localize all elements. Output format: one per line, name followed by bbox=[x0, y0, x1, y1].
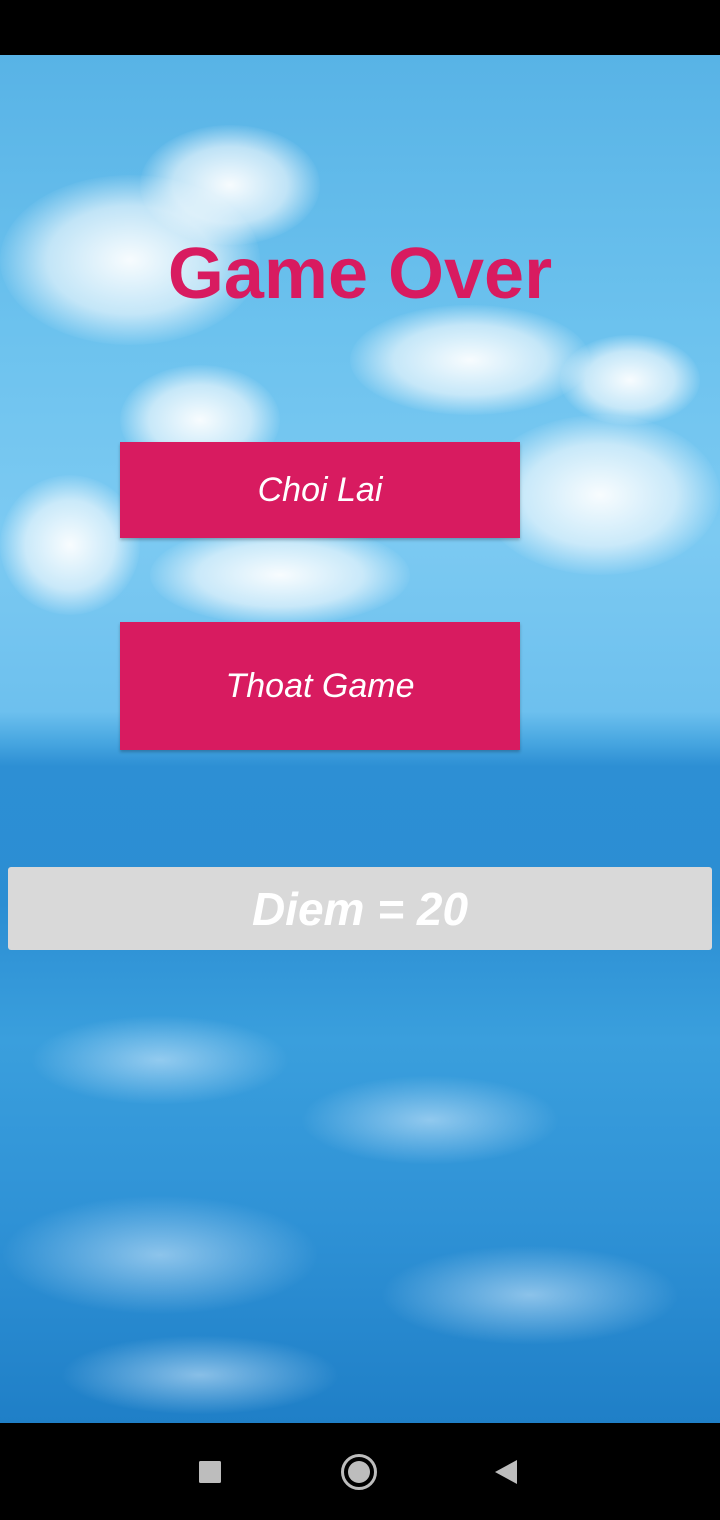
triangle-back-icon bbox=[495, 1459, 517, 1484]
water-glint bbox=[380, 1245, 680, 1345]
cloud-decoration bbox=[150, 525, 410, 625]
water-glint bbox=[300, 1075, 560, 1165]
circle-home-icon bbox=[341, 1453, 377, 1490]
score-display: Diem = 20 bbox=[8, 867, 712, 950]
water-glint bbox=[0, 1195, 320, 1315]
game-over-screen: Game Over Choi Lai Thoat Game Diem = 20 bbox=[0, 55, 720, 1423]
water-glint bbox=[30, 1015, 290, 1105]
cloud-decoration bbox=[350, 305, 590, 415]
navigation-bar bbox=[0, 1423, 720, 1520]
recent-apps-button[interactable] bbox=[160, 1423, 260, 1520]
water-glint bbox=[60, 1335, 340, 1415]
game-over-title: Game Over bbox=[167, 234, 553, 314]
back-button[interactable] bbox=[456, 1423, 556, 1520]
cloud-decoration bbox=[0, 475, 140, 615]
cloud-decoration bbox=[560, 335, 700, 425]
square-recent-icon bbox=[199, 1460, 221, 1483]
cloud-decoration bbox=[140, 125, 320, 245]
status-bar bbox=[0, 0, 720, 55]
exit-game-button[interactable]: Thoat Game bbox=[120, 622, 520, 750]
replay-button[interactable]: Choi Lai bbox=[120, 442, 520, 538]
home-button[interactable] bbox=[309, 1423, 409, 1520]
